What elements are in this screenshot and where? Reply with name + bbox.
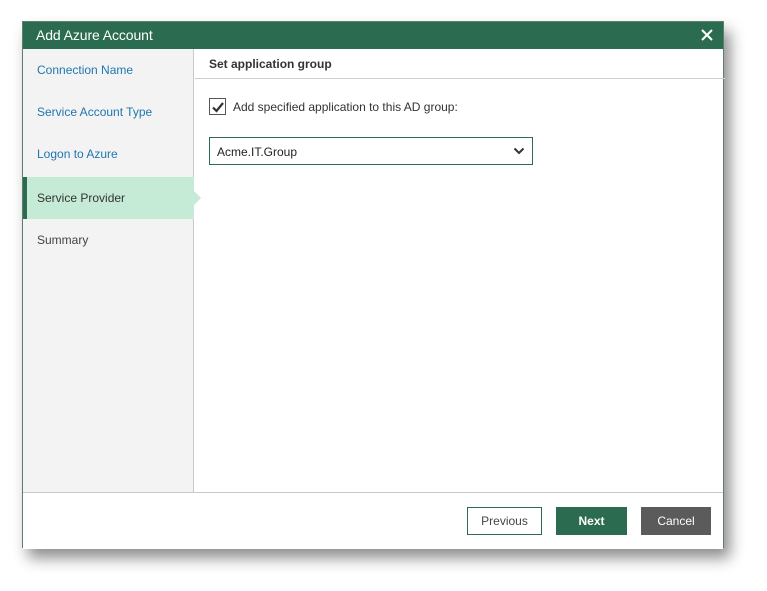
previous-button[interactable]: Previous	[467, 507, 542, 535]
chevron-down-icon	[513, 147, 525, 155]
sidebar-item-label: Service Provider	[37, 191, 126, 205]
title-bar: Add Azure Account	[23, 22, 723, 49]
sidebar-item-label: Summary	[37, 233, 89, 247]
sidebar-item-logon-to-azure[interactable]: Logon to Azure	[23, 133, 194, 175]
ad-group-select[interactable]: Acme.IT.Group	[209, 137, 533, 165]
sidebar-item-connection-name[interactable]: Connection Name	[23, 49, 194, 91]
close-icon	[701, 29, 713, 41]
sidebar-item-label: Connection Name	[37, 63, 134, 77]
dialog-title: Add Azure Account	[36, 27, 153, 43]
ad-group-select-value: Acme.IT.Group	[217, 145, 298, 159]
sidebar-item-summary: Summary	[23, 219, 194, 261]
sidebar-item-service-account-type[interactable]: Service Account Type	[23, 91, 194, 133]
dialog-footer: Previous Next Cancel	[23, 492, 723, 549]
sidebar-item-service-provider[interactable]: Service Provider	[23, 177, 201, 219]
close-button[interactable]	[697, 25, 717, 45]
section-header: Set application group	[195, 49, 725, 79]
step-content: Set application group Add specified appl…	[195, 49, 725, 492]
next-button[interactable]: Next	[556, 507, 627, 535]
sidebar-item-label: Service Account Type	[37, 105, 153, 119]
sidebar-item-label: Logon to Azure	[37, 147, 118, 161]
wizard-steps-sidebar: Connection Name Service Account Type Log…	[23, 49, 201, 492]
add-to-ad-group-checkbox[interactable]	[209, 98, 226, 115]
add-azure-account-dialog: Add Azure Account Connection Name Servic…	[22, 21, 725, 549]
checkmark-icon	[212, 102, 224, 113]
add-to-ad-group-label: Add specified application to this AD gro…	[233, 100, 458, 114]
cancel-button[interactable]: Cancel	[641, 507, 711, 535]
section-title: Set application group	[209, 57, 332, 71]
